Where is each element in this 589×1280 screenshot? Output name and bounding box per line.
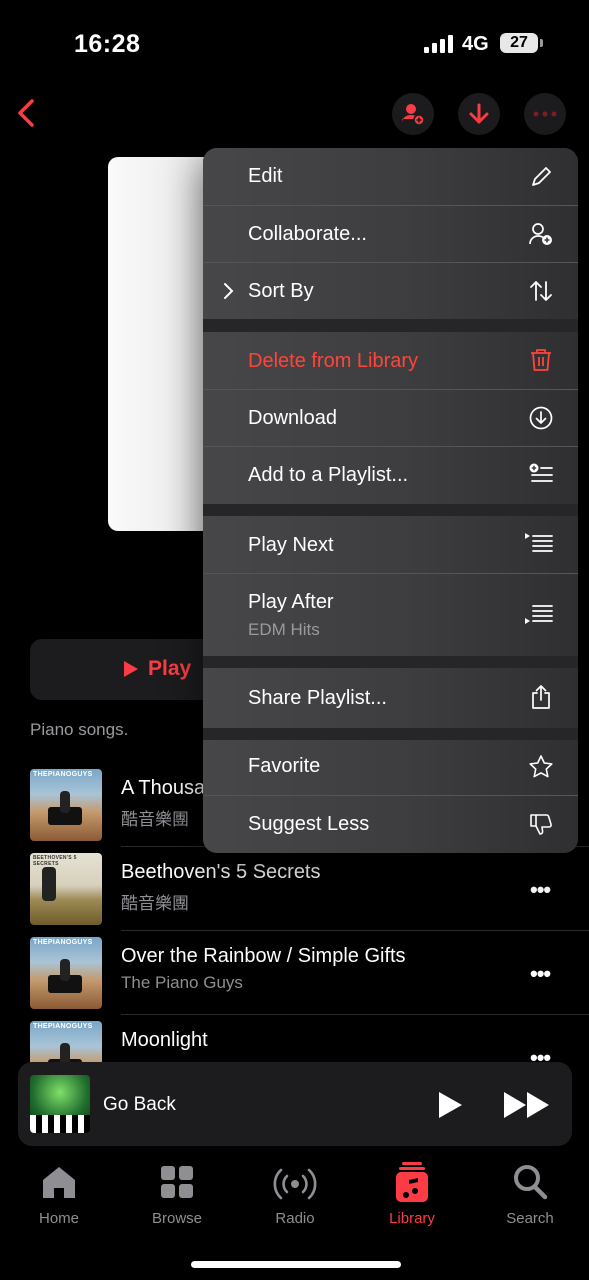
status-time: 16:28: [74, 30, 141, 58]
status-bar: 16:28 4G 27: [0, 0, 589, 90]
play-label: Play: [148, 657, 192, 680]
tab-radio[interactable]: Radio: [245, 1160, 345, 1230]
play-next-icon: [525, 533, 553, 552]
song-row[interactable]: BEETHOVEN'S 5 SECRETS Beethoven's 5 Secr…: [0, 847, 589, 931]
battery-icon: 27: [500, 33, 543, 53]
album-art: THEPIANOGUYS: [30, 937, 102, 1009]
arrow-down-icon: [469, 103, 489, 124]
network-type: 4G: [462, 33, 489, 55]
chevron-left-icon[interactable]: [10, 96, 46, 132]
download-button[interactable]: [458, 93, 500, 135]
mini-player[interactable]: Go Back: [18, 1062, 572, 1146]
song-artist: 酷音樂團: [121, 894, 189, 913]
menu-item-sort-by[interactable]: Sort By: [203, 263, 578, 319]
signal-icon: [424, 35, 454, 53]
download-circle-icon: [529, 406, 553, 430]
trash-icon: [531, 349, 551, 371]
menu-item-collaborate[interactable]: Collaborate...: [203, 206, 578, 262]
now-playing-title: Go Back: [103, 1094, 176, 1115]
playlist-description: Piano songs.: [30, 720, 129, 739]
house-icon: [43, 1167, 75, 1198]
context-menu: Edit Collaborate... Sort By Delete from …: [203, 148, 578, 853]
person-add-icon: [529, 223, 552, 245]
menu-item-play-after[interactable]: Play After EDM Hits: [203, 574, 578, 656]
menu-item-edit[interactable]: Edit: [203, 148, 578, 205]
more-options-icon[interactable]: •••: [530, 961, 551, 987]
menu-item-add-to-playlist[interactable]: Add to a Playlist...: [203, 447, 578, 504]
menu-item-favorite[interactable]: Favorite: [203, 740, 578, 795]
song-artist: 酷音樂團: [121, 810, 189, 829]
home-indicator[interactable]: [191, 1261, 401, 1268]
star-icon: [529, 755, 553, 778]
tab-browse[interactable]: Browse: [127, 1160, 227, 1230]
menu-item-share[interactable]: Share Playlist...: [203, 668, 578, 728]
album-art: THEPIANOGUYS: [30, 769, 102, 841]
song-title: Beethoven's 5 Secrets: [121, 861, 321, 883]
play-after-icon: [525, 605, 553, 624]
now-playing-artwork: [30, 1075, 90, 1133]
play-icon[interactable]: [436, 1090, 464, 1120]
song-title: Over the Rainbow / Simple Gifts: [121, 945, 406, 967]
tab-home[interactable]: Home: [9, 1160, 109, 1230]
thumbs-down-icon: [530, 814, 552, 835]
menu-item-delete[interactable]: Delete from Library: [203, 332, 578, 389]
song-row[interactable]: THEPIANOGUYS Over the Rainbow / Simple G…: [0, 931, 589, 1015]
more-button[interactable]: [524, 93, 566, 135]
song-title: A Thousa: [121, 777, 206, 799]
tab-search[interactable]: Search: [480, 1160, 580, 1230]
ellipsis-icon: [533, 111, 557, 117]
magnifier-icon: [514, 1165, 548, 1200]
tab-library[interactable]: Library: [362, 1160, 462, 1230]
grid-icon: [161, 1166, 193, 1198]
menu-item-suggest-less[interactable]: Suggest Less: [203, 796, 578, 853]
radio-waves-icon: [273, 1168, 317, 1200]
share-icon: [532, 685, 550, 709]
more-options-icon[interactable]: •••: [530, 877, 551, 903]
menu-item-play-next[interactable]: Play Next: [203, 516, 578, 573]
add-to-playlist-icon: [529, 463, 553, 482]
album-art: BEETHOVEN'S 5 SECRETS: [30, 853, 102, 925]
chevron-right-icon: [224, 283, 234, 299]
pencil-icon: [532, 167, 551, 186]
music-library-icon: [396, 1162, 428, 1202]
sort-arrows-icon: [530, 281, 552, 301]
play-after-playlist-name: EDM Hits: [248, 620, 320, 639]
song-artist: The Piano Guys: [121, 973, 243, 992]
play-icon: [124, 661, 138, 677]
person-add-icon: [402, 104, 425, 126]
menu-item-download[interactable]: Download: [203, 390, 578, 446]
add-collaborator-button[interactable]: [392, 93, 434, 135]
fast-forward-icon[interactable]: [503, 1091, 551, 1119]
song-title: Moonlight: [121, 1029, 208, 1051]
